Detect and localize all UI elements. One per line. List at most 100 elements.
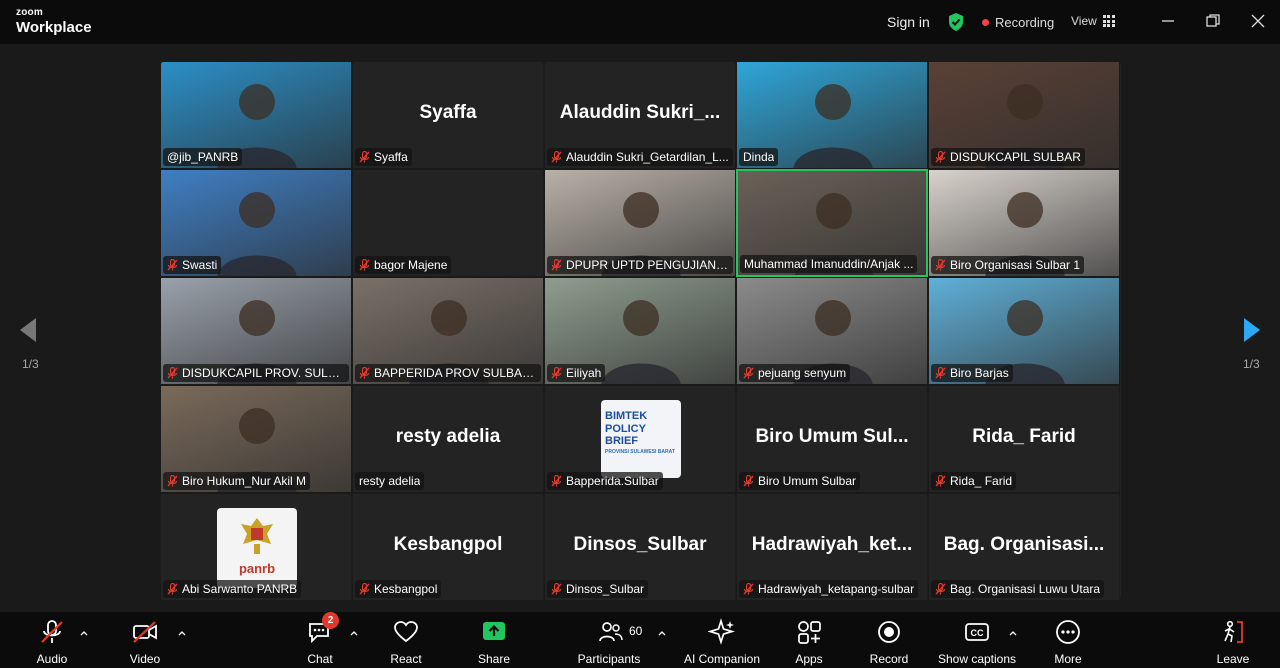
page-indicator-right: 1/3 — [1243, 357, 1260, 371]
participants-icon — [599, 622, 623, 642]
mic-muted-icon — [551, 259, 562, 271]
participant-tile[interactable]: Biro Umum Sul... Biro Umum Sulbar — [736, 385, 928, 493]
participant-label: Hadrawiyah_ketapang-sulbar — [758, 582, 915, 596]
captions-options-chevron-icon[interactable] — [1009, 630, 1017, 636]
participant-tile[interactable]: resty adelia resty adelia — [352, 385, 544, 493]
sign-in-button[interactable]: Sign in — [887, 14, 930, 30]
video-label: Video — [129, 652, 161, 666]
participant-tile[interactable]: Bag. Organisasi... Bag. Organisasi Luwu U… — [928, 493, 1120, 601]
logo-text: panrb — [238, 561, 276, 576]
security-shield-icon[interactable] — [947, 12, 965, 32]
participant-name-tag: Dinsos_Sulbar — [547, 580, 649, 598]
participant-label: DISDUKCAPIL PROV. SULBAR — [182, 366, 345, 380]
participants-options-chevron-icon[interactable] — [658, 630, 666, 636]
participants-label: Participants — [577, 652, 641, 666]
participant-tile[interactable]: DISDUKCAPIL PROV. SULBAR — [160, 277, 352, 385]
participant-label: Biro Barjas — [950, 366, 1009, 380]
ai-companion-label: AI Companion — [683, 652, 761, 666]
mic-muted-icon — [167, 367, 178, 379]
participant-name-tag: Hadrawiyah_ketapang-sulbar — [739, 580, 919, 598]
show-captions-button[interactable]: CC Show captions — [936, 612, 1018, 668]
participant-tile[interactable]: Alauddin Sukri_... Alauddin Sukri_Getardi… — [544, 61, 736, 169]
share-screen-icon — [483, 622, 505, 640]
participant-name-tag: Biro Organisasi Sulbar 1 — [931, 256, 1085, 274]
close-icon[interactable] — [1249, 12, 1267, 30]
participant-label: Abi Sarwanto PANRB — [182, 582, 298, 596]
recording-label: Recording — [995, 15, 1055, 30]
participant-tile[interactable]: bagor Majene — [352, 169, 544, 277]
participant-tile[interactable]: Biro Organisasi Sulbar 1 — [928, 169, 1120, 277]
next-page-arrow-icon[interactable] — [1242, 316, 1262, 344]
participant-tile[interactable]: DISDUKCAPIL SULBAR — [928, 61, 1120, 169]
participant-tile[interactable]: Dinda — [736, 61, 928, 169]
participant-label: Muhammad Imanuddin/Anjak ... — [744, 257, 914, 271]
garuda-emblem-icon — [241, 518, 273, 554]
participant-tile[interactable]: pejuang senyum — [736, 277, 928, 385]
participant-display-name: Alauddin Sukri_... — [559, 102, 721, 123]
participant-label: Alauddin Sukri_Getardilan_L... — [566, 150, 729, 164]
audio-options-chevron-icon[interactable] — [80, 630, 88, 636]
react-button[interactable]: React — [387, 612, 425, 668]
previous-page-arrow-icon[interactable] — [18, 316, 38, 344]
participant-tile[interactable]: panrb Abi Sarwanto PANRB — [160, 493, 352, 601]
logo-line: POLICY BRIEF — [605, 422, 646, 448]
video-options-chevron-icon[interactable] — [178, 630, 186, 636]
participant-tile[interactable]: Syaffa Syaffa — [352, 61, 544, 169]
participant-tile[interactable]: Biro Barjas — [928, 277, 1120, 385]
mic-muted-icon — [167, 475, 178, 487]
participant-tile[interactable]: @jib_PANRB — [160, 61, 352, 169]
participant-name-tag: Biro Umum Sulbar — [739, 472, 861, 490]
participant-tile[interactable]: BIMTEK POLICY BRIEF PROVINSI SULAWESI BARA… — [544, 385, 736, 493]
restore-icon[interactable] — [1204, 12, 1222, 30]
more-button[interactable]: More — [1051, 612, 1085, 668]
leave-button[interactable]: Leave — [1215, 612, 1251, 668]
participant-name-tag: Biro Barjas — [931, 364, 1013, 382]
participant-tile[interactable]: Biro Hukum_Nur Akil M — [160, 385, 352, 493]
participant-tile[interactable]: Hadrawiyah_ket... Hadrawiyah_ketapang-sul… — [736, 493, 928, 601]
audio-label: Audio — [36, 652, 68, 666]
video-button[interactable]: Video — [127, 612, 163, 668]
view-button[interactable]: View — [1071, 14, 1115, 28]
audio-button[interactable]: Audio — [34, 612, 70, 668]
participant-label: Eiliyah — [566, 366, 602, 380]
participant-tile[interactable]: Eiliyah — [544, 277, 736, 385]
mic-muted-icon — [359, 259, 370, 271]
participant-tile[interactable]: BAPPERIDA PROV SULBAR_S... — [352, 277, 544, 385]
share-button[interactable]: Share — [476, 612, 512, 668]
participant-name-tag: DPUPR UPTD PENGUJIAN D... — [547, 256, 733, 274]
logo-line: BIMTEK — [605, 410, 648, 422]
brand-top: zoom — [16, 7, 43, 18]
record-button[interactable]: Record — [868, 612, 910, 668]
minimize-icon[interactable] — [1159, 12, 1177, 30]
participant-label: BAPPERIDA PROV SULBAR_S... — [374, 366, 537, 380]
participant-name-tag: resty adelia — [355, 472, 425, 490]
page-indicator-left: 1/3 — [22, 357, 39, 371]
participant-label: @jib_PANRB — [167, 150, 239, 164]
ai-sparkle-icon — [708, 618, 736, 645]
participant-tile[interactable]: DPUPR UPTD PENGUJIAN D... — [544, 169, 736, 277]
title-bar: zoom Workplace Sign in Recording View — [0, 0, 1280, 44]
participant-tile[interactable]: Muhammad Imanuddin/Anjak ... — [736, 169, 928, 277]
participant-tile[interactable]: Kesbangpol Kesbangpol — [352, 493, 544, 601]
participant-tile[interactable]: Swasti — [160, 169, 352, 277]
recording-indicator[interactable]: Recording — [982, 15, 1054, 30]
participant-label: Syaffa — [374, 150, 408, 164]
participants-button[interactable]: 60 Participants — [576, 612, 642, 668]
participant-name-tag: Eiliyah — [547, 364, 606, 382]
ai-companion-button[interactable]: AI Companion — [682, 612, 762, 668]
chat-options-chevron-icon[interactable] — [350, 630, 358, 636]
panrb-logo: panrb — [217, 508, 297, 588]
participant-name-tag: BAPPERIDA PROV SULBAR_S... — [355, 364, 541, 382]
mic-muted-icon — [935, 475, 946, 487]
chat-button[interactable]: 2 Chat — [302, 612, 339, 668]
participant-display-name: Hadrawiyah_ket... — [751, 534, 913, 555]
participant-tile[interactable]: Rida_ Farid Rida_ Farid — [928, 385, 1120, 493]
participant-name-tag: Dinda — [739, 148, 779, 166]
mic-muted-icon — [935, 151, 946, 163]
participant-name-tag: DISDUKCAPIL PROV. SULBAR — [163, 364, 349, 382]
participants-icon-wrap: 60 — [579, 618, 642, 646]
more-label: More — [1054, 652, 1082, 666]
participant-tile[interactable]: Dinsos_Sulbar Dinsos_Sulbar — [544, 493, 736, 601]
closed-captions-icon: CC — [965, 623, 989, 641]
apps-button[interactable]: Apps — [793, 612, 825, 668]
